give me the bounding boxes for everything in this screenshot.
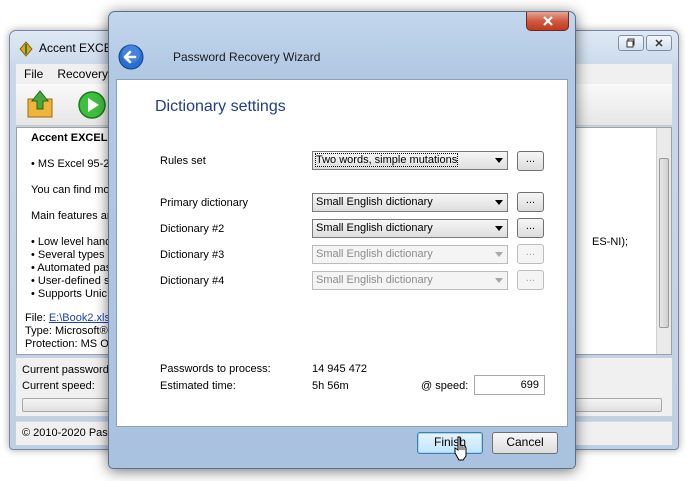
info-line: You can find mo [31,184,110,196]
passwords-to-process-value: 14 945 472 [312,363,368,375]
chevron-down-icon [495,252,503,257]
info-fragment: ES-NI); [592,236,629,248]
speed-input[interactable]: 699 [474,375,545,395]
primary-dictionary-dropdown[interactable]: Small English dictionary [312,193,508,212]
passwords-to-process-label: Passwords to process: [160,363,271,375]
estimated-time-value: 5h 56m [312,380,349,392]
primary-dictionary-value: Small English dictionary [316,196,433,208]
dictionary-4-browse-button[interactable]: ... [517,270,544,290]
dictionary-4-dropdown[interactable]: Small English dictionary [312,271,508,290]
estimated-time-label: Estimated time: [160,380,236,392]
primary-dictionary-browse-button[interactable]: ... [517,192,544,212]
rules-set-label: Rules set [160,155,206,167]
file-label: File: [25,312,46,324]
main-close-button[interactable] [646,35,672,51]
dictionary-2-browse-button[interactable]: ... [517,218,544,238]
info-line: • Low level hand [31,236,112,248]
chevron-down-icon [495,200,503,205]
dictionary-2-dropdown[interactable]: Small English dictionary [312,219,508,238]
rules-set-dropdown[interactable]: Two words, simple mutations [312,151,508,170]
protection-line: Protection: MS Of [25,338,112,350]
dialog-close-button[interactable] [526,12,569,31]
current-speed-label: Current speed: [22,380,95,392]
open-file-icon[interactable] [24,89,56,121]
type-line: Type: Microsoft® [25,325,108,337]
info-line: • Supports Unic [31,288,107,300]
scrollbar-thumb[interactable] [659,158,669,328]
rules-set-browse-button[interactable]: ... [517,151,544,171]
main-window-title: Accent EXCEL [39,41,119,55]
file-line: File: E:\Book2.xls [25,312,110,324]
dictionary-3-browse-button[interactable]: ... [517,244,544,264]
restore-icon [626,38,635,48]
dialog-content: Dictionary settings Rules set Two words,… [116,79,568,427]
speed-label: @ speed: [421,380,469,392]
dictionary-2-label: Dictionary #2 [160,223,225,235]
menu-recovery[interactable]: Recovery [57,67,108,81]
vertical-scrollbar[interactable] [656,128,671,354]
menu-file[interactable]: File [24,67,43,81]
dictionary-4-value: Small English dictionary [316,274,433,286]
app-logo-icon [19,41,33,57]
info-line: • User-defined s [31,275,110,287]
file-link[interactable]: E:\Book2.xls [49,312,110,324]
current-password-label: Current password [22,364,109,376]
password-recovery-wizard-dialog: Password Recovery Wizard Dictionary sett… [108,11,576,469]
chevron-down-icon [495,158,503,163]
info-line: Main features ar [31,210,111,222]
dictionary-2-value: Small English dictionary [316,222,433,234]
dictionary-3-value: Small English dictionary [316,248,433,260]
restore-button[interactable] [618,35,644,51]
info-line: • Several types [31,249,105,261]
dictionary-4-label: Dictionary #4 [160,275,225,287]
start-recovery-icon[interactable] [76,89,108,121]
rules-set-value: Two words, simple mutations [314,153,459,167]
dialog-title: Password Recovery Wizard [173,50,321,64]
mouse-pointer-icon [454,436,467,461]
chevron-down-icon [495,226,503,231]
close-icon [655,39,663,47]
finish-button[interactable]: Finish [417,432,483,454]
close-icon [542,16,553,26]
dictionary-3-dropdown[interactable]: Small English dictionary [312,245,508,264]
info-line: • Automated pas [31,262,112,274]
page-heading: Dictionary settings [155,98,286,115]
cancel-button[interactable]: Cancel [492,432,558,454]
chevron-down-icon [495,278,503,283]
primary-dictionary-label: Primary dictionary [160,197,249,209]
dictionary-3-label: Dictionary #3 [160,249,225,261]
back-arrow-icon[interactable] [118,44,144,70]
info-line: • MS Excel 95-20 [31,158,116,170]
info-line: Accent EXCEL [31,132,108,144]
copyright-text: © 2010-2020 Pass [22,427,114,439]
